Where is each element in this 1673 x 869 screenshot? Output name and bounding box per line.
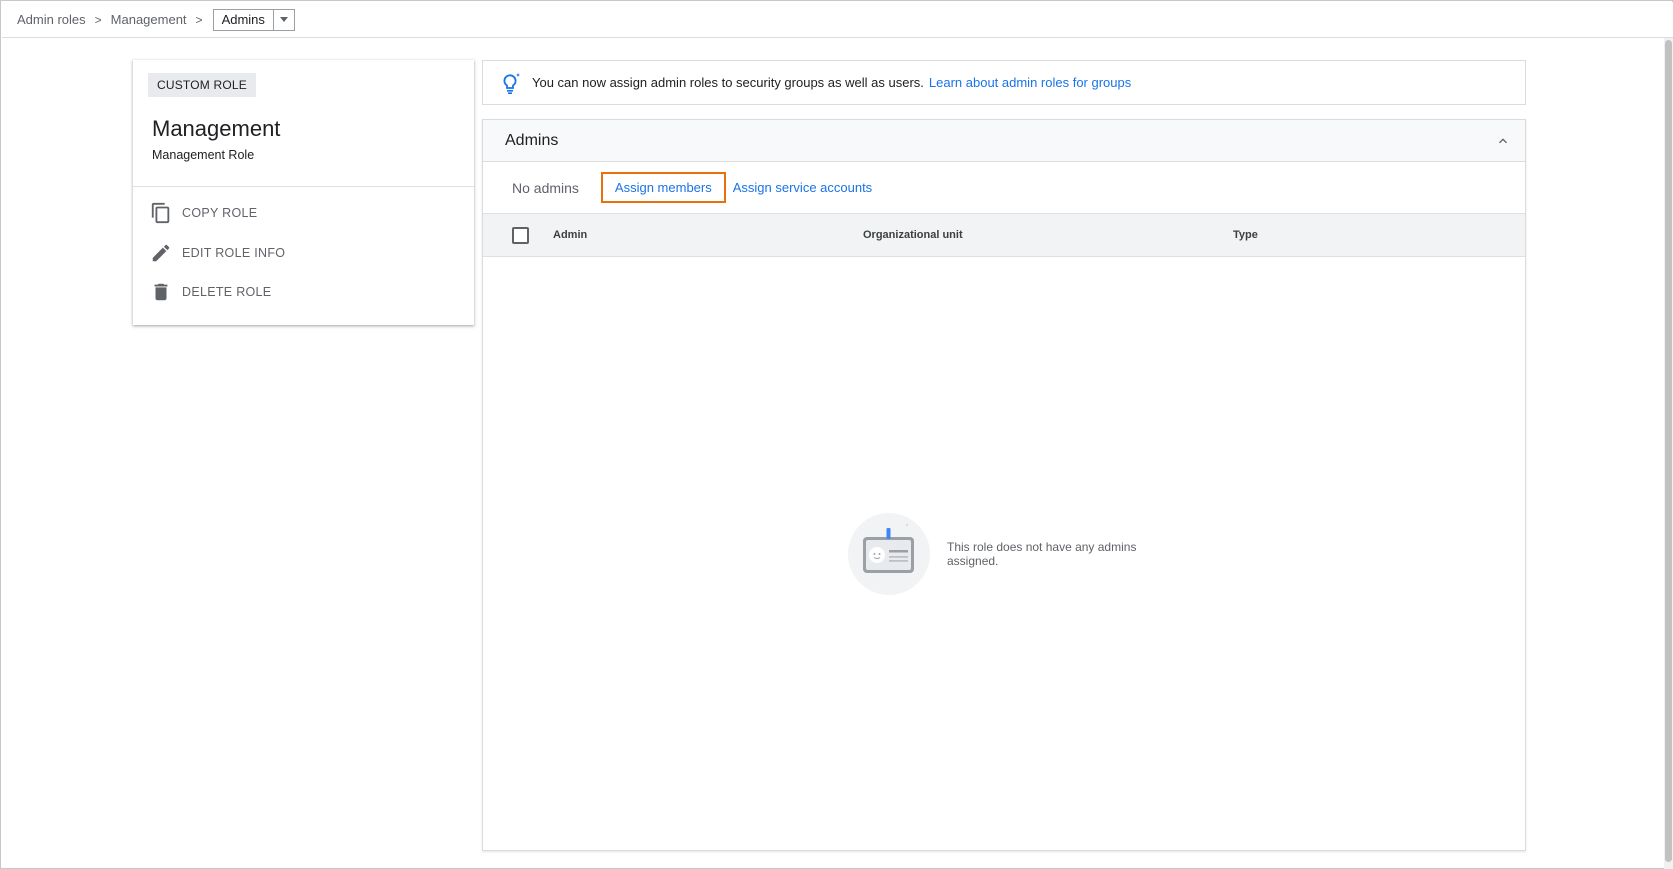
assign-service-accounts-button[interactable]: Assign service accounts xyxy=(733,180,872,195)
select-all-checkbox[interactable] xyxy=(512,227,529,244)
admins-panel-title: Admins xyxy=(505,131,559,149)
trash-icon xyxy=(154,283,168,301)
admins-toolbar: No admins Assign members Assign service … xyxy=(483,162,1525,213)
admins-panel: Admins No admins Assign members Assign s… xyxy=(482,119,1526,851)
divider xyxy=(133,186,474,187)
empty-state-message: This role does not have any admins assig… xyxy=(947,540,1137,568)
chevron-up-icon[interactable] xyxy=(1495,133,1511,149)
edit-role-info-label: EDIT ROLE INFO xyxy=(182,246,286,260)
edit-role-info-button[interactable]: EDIT ROLE INFO xyxy=(150,242,285,264)
vertical-scrollbar[interactable] xyxy=(1664,38,1673,869)
breadcrumb-admin-roles[interactable]: Admin roles xyxy=(17,12,86,27)
empty-state: This role does not have any admins assig… xyxy=(848,513,1147,595)
copy-role-button[interactable]: COPY ROLE xyxy=(150,202,257,224)
breadcrumb-separator: > xyxy=(195,12,203,27)
breadcrumb-current-label: Admins xyxy=(221,12,265,27)
copy-icon xyxy=(151,202,170,224)
admins-panel-header[interactable]: Admins xyxy=(483,120,1525,162)
learn-admin-roles-groups-link[interactable]: Learn about admin roles for groups xyxy=(929,75,1131,90)
lightbulb-icon xyxy=(503,72,520,94)
copy-role-label: COPY ROLE xyxy=(182,206,258,220)
info-banner: You can now assign admin roles to securi… xyxy=(482,60,1526,105)
delete-role-button[interactable]: DELETE ROLE xyxy=(150,281,271,303)
column-header-organizational-unit[interactable]: Organizational unit xyxy=(863,229,963,241)
custom-role-chip: CUSTOM ROLE xyxy=(148,73,256,97)
breadcrumb-separator: > xyxy=(94,12,102,27)
column-header-admin[interactable]: Admin xyxy=(553,229,587,241)
chevron-down-icon xyxy=(279,17,288,22)
banner-text: You can now assign admin roles to securi… xyxy=(532,75,924,90)
admins-table-header: Admin Organizational unit Type xyxy=(483,213,1525,257)
breadcrumb-current-selector[interactable]: Admins xyxy=(212,8,295,31)
breadcrumb-management[interactable]: Management xyxy=(111,12,187,27)
breadcrumb-dropdown-button[interactable] xyxy=(272,9,294,30)
column-header-type[interactable]: Type xyxy=(1233,229,1258,241)
pencil-icon xyxy=(152,244,170,262)
role-description: Management Role xyxy=(152,148,255,162)
role-card: CUSTOM ROLE Management Management Role C… xyxy=(133,60,474,325)
breadcrumb: Admin roles > Management > Admins xyxy=(2,2,1673,38)
no-admins-status: No admins xyxy=(512,179,579,196)
role-name: Management xyxy=(152,116,281,141)
assign-members-button[interactable]: Assign members xyxy=(600,172,726,203)
scrollbar-thumb[interactable] xyxy=(1665,40,1672,862)
id-card-icon xyxy=(848,513,930,595)
window-frame: Admin roles > Management > Admins CUSTOM… xyxy=(0,0,1673,869)
delete-role-label: DELETE ROLE xyxy=(182,285,272,299)
